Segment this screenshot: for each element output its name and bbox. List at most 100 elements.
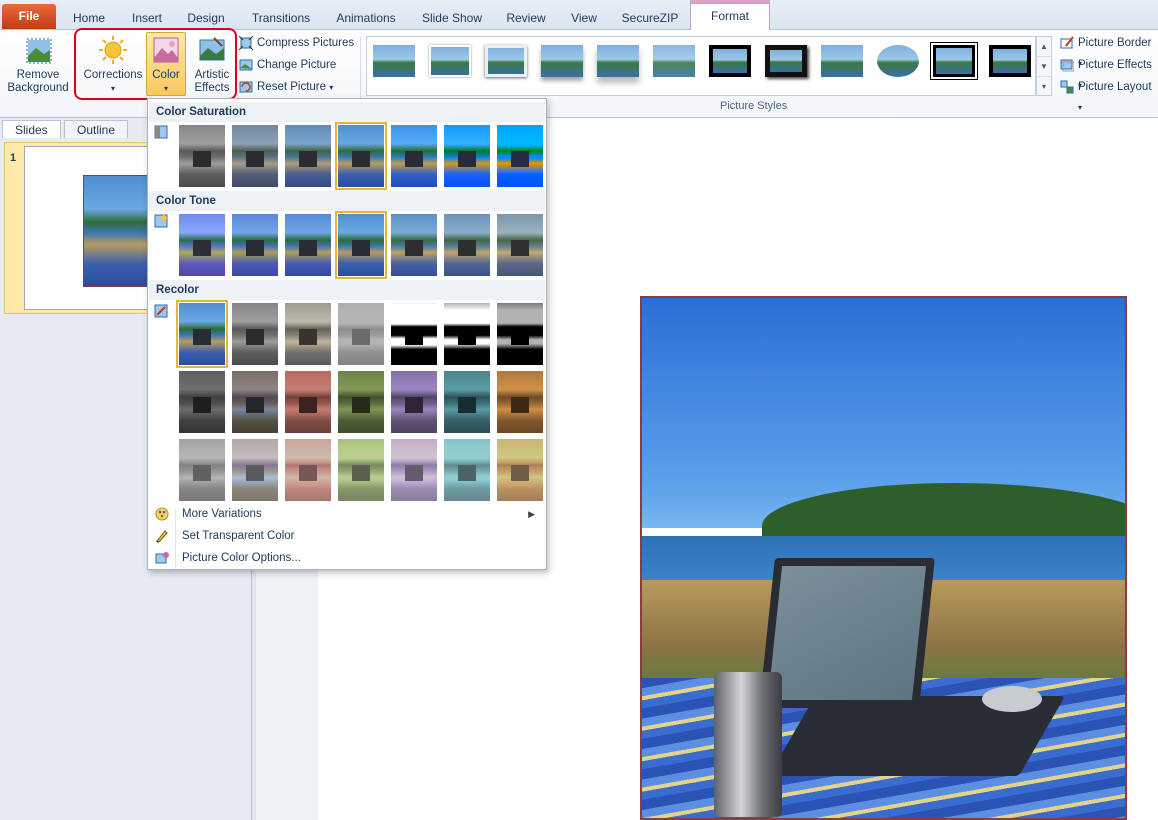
color-dropdown-menu: Color Saturation Color Tone Recolor More… [147, 98, 547, 570]
tone-option[interactable] [497, 214, 543, 276]
tab-transitions[interactable]: Transitions [246, 6, 316, 30]
tab-design[interactable]: Design [182, 6, 230, 30]
picture-style-thumb[interactable] [653, 45, 695, 77]
picture-effects-label: Picture Effects [1078, 59, 1152, 71]
recolor-option[interactable] [391, 303, 437, 365]
scroll-down-icon[interactable]: ▼ [1037, 57, 1051, 77]
recolor-option[interactable] [285, 439, 331, 501]
picture-style-thumb[interactable] [485, 45, 527, 77]
saturation-option[interactable] [179, 125, 225, 187]
tone-option[interactable] [179, 214, 225, 276]
picture-style-thumb[interactable] [877, 45, 919, 77]
saturation-option[interactable] [391, 125, 437, 187]
tab-insert[interactable]: Insert [124, 6, 170, 30]
tab-file[interactable]: File [2, 4, 56, 29]
tone-option[interactable] [391, 214, 437, 276]
picture-styles-gallery[interactable] [366, 36, 1036, 96]
recolor-option[interactable] [232, 371, 278, 433]
more-variations-label: More Variations [182, 508, 262, 520]
picture-border-button[interactable]: Picture Border ▾ [1060, 33, 1158, 68]
tone-option[interactable] [335, 211, 387, 279]
picture-effects-button[interactable]: Picture Effects ▾ [1060, 55, 1158, 90]
palette-icon [155, 507, 169, 521]
more-icon[interactable]: ▾ [1037, 77, 1051, 97]
recolor-option[interactable] [444, 303, 490, 365]
slide-thumbnail-picture [83, 175, 151, 287]
tab-slides[interactable]: Slides [2, 120, 61, 138]
picture-style-thumb[interactable] [989, 45, 1031, 77]
recolor-option[interactable] [179, 439, 225, 501]
recolor-icon [154, 304, 168, 318]
tone-option[interactable] [232, 214, 278, 276]
picture-style-thumb[interactable] [709, 45, 751, 77]
picture-effects-icon [1060, 58, 1075, 72]
compress-icon [238, 35, 254, 51]
recolor-option[interactable] [497, 371, 543, 433]
set-transparent-color-item[interactable]: Set Transparent Color [149, 525, 545, 547]
saturation-option[interactable] [232, 125, 278, 187]
picture-styles-group-label: Picture Styles [720, 100, 788, 112]
recolor-option[interactable] [444, 371, 490, 433]
change-picture-icon [239, 58, 253, 72]
picture-style-thumb[interactable] [821, 45, 863, 77]
picture-color-options-label: Picture Color Options... [182, 552, 301, 564]
tab-securezip[interactable]: SecureZIP [616, 6, 684, 30]
chevron-down-icon: ▾ [1078, 103, 1083, 112]
saturation-icon [154, 125, 168, 139]
change-picture-button[interactable]: Change Picture [239, 55, 336, 75]
picture-style-thumb[interactable] [373, 45, 415, 77]
picture-layout-icon [1060, 80, 1074, 94]
saturation-option[interactable] [285, 125, 331, 187]
ribbon-tab-bar: File Home Insert Design Transitions Anim… [0, 0, 1158, 31]
recolor-header: Recolor [149, 280, 545, 300]
saturation-option[interactable] [497, 125, 543, 187]
recolor-option[interactable] [176, 300, 228, 368]
recolor-option[interactable] [497, 439, 543, 501]
recolor-option[interactable] [497, 303, 543, 365]
recolor-option[interactable] [391, 371, 437, 433]
reset-picture-icon [239, 80, 253, 94]
recolor-option[interactable] [391, 439, 437, 501]
recolor-option[interactable] [338, 439, 384, 501]
picture-style-thumb[interactable] [765, 45, 807, 77]
picture-style-thumb[interactable] [429, 45, 471, 77]
compress-pictures-button[interactable]: Compress Pictures [238, 33, 354, 53]
selected-picture[interactable] [640, 296, 1127, 820]
recolor-option[interactable] [338, 303, 384, 365]
picture-style-thumb[interactable] [930, 42, 978, 80]
tab-format[interactable]: Format [690, 3, 770, 31]
picture-layout-button[interactable]: Picture Layout ▾ [1060, 77, 1158, 112]
more-variations-item[interactable]: More Variations ▶ [149, 503, 545, 525]
tab-animations[interactable]: Animations [330, 6, 402, 30]
tab-slide-show[interactable]: Slide Show [416, 6, 488, 30]
tone-option[interactable] [285, 214, 331, 276]
slide-number: 1 [10, 152, 17, 164]
recolor-option[interactable] [285, 371, 331, 433]
remove-background-label: Remove Background [7, 69, 69, 94]
tab-view[interactable]: View [562, 6, 606, 30]
tab-home[interactable]: Home [66, 6, 112, 30]
highlight-annotation [74, 28, 237, 100]
picture-color-options-icon [155, 551, 169, 565]
saturation-option[interactable] [444, 125, 490, 187]
recolor-option[interactable] [444, 439, 490, 501]
scroll-up-icon[interactable]: ▲ [1037, 37, 1051, 57]
picture-style-thumb[interactable] [541, 45, 583, 77]
recolor-option[interactable] [285, 303, 331, 365]
saturation-option[interactable] [335, 122, 387, 190]
recolor-option[interactable] [232, 303, 278, 365]
remove-background-icon [22, 34, 54, 66]
remove-background-button[interactable]: Remove Background [4, 34, 72, 98]
gallery-scroll[interactable]: ▲ ▼ ▾ [1036, 36, 1052, 96]
recolor-option[interactable] [338, 371, 384, 433]
recolor-option[interactable] [179, 371, 225, 433]
tone-option[interactable] [444, 214, 490, 276]
picture-color-options-item[interactable]: Picture Color Options... [149, 547, 545, 569]
recolor-option[interactable] [232, 439, 278, 501]
change-picture-label: Change Picture [257, 59, 337, 71]
picture-cup [714, 672, 782, 817]
tab-review[interactable]: Review [500, 6, 552, 30]
tab-outline[interactable]: Outline [64, 120, 129, 138]
reset-picture-button[interactable]: Reset Picture ▾ [239, 77, 333, 97]
picture-style-thumb[interactable] [597, 45, 639, 77]
